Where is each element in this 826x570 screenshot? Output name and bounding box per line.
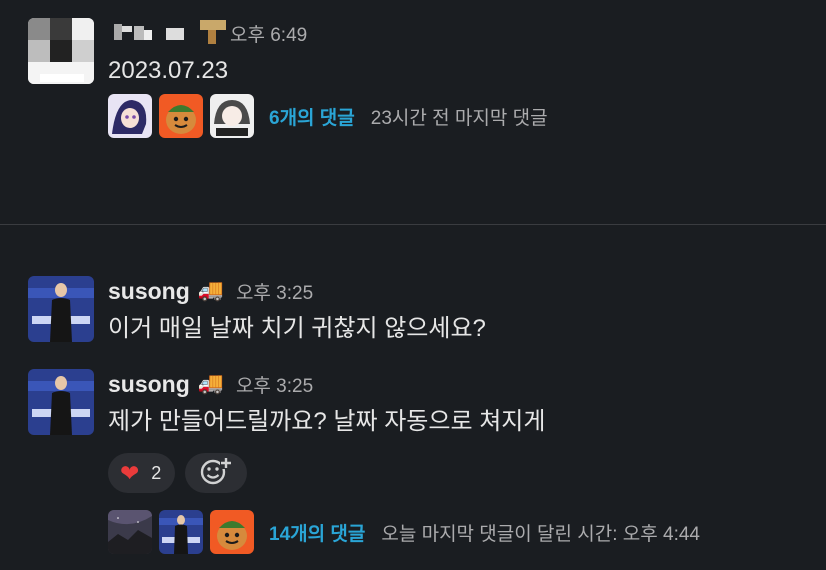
thread-summary[interactable]: 14개의 댓글 오늘 마지막 댓글이 달린 시간: 오후 4:44 (108, 509, 816, 555)
add-reaction-button[interactable] (185, 453, 248, 493)
message-header: susong 🚚 오후 3:25 (108, 276, 816, 306)
message-3: susong 🚚 오후 3:25 제가 만들어드릴까요? 날짜 자동으로 쳐지게… (28, 369, 826, 569)
status-emoji-truck-icon: 🚚 (197, 279, 224, 302)
message-time[interactable]: 오후 3:25 (236, 278, 313, 305)
message-2: susong 🚚 오후 3:25 이거 매일 날짜 치기 귀찮지 않으세요? (28, 276, 826, 348)
reaction-count: 2 (151, 462, 162, 483)
thread-participant-avatar (159, 510, 203, 554)
message-divider (0, 224, 826, 225)
status-emoji-truck-icon: 🚚 (197, 372, 224, 395)
thread-last-reply: 23시간 전 마지막 댓글 (370, 107, 548, 129)
avatar[interactable] (28, 18, 94, 84)
thread-participant-avatar (108, 94, 152, 138)
message-text: 2023.07.23 (108, 57, 229, 84)
thread-participant-avatar (108, 510, 152, 554)
thread-participant-avatar (210, 94, 254, 138)
avatar[interactable] (28, 369, 94, 435)
message-text: 이거 매일 날짜 치기 귀찮지 않으세요? (108, 315, 486, 342)
thread-reply-count[interactable]: 6개의 댓글 (269, 103, 355, 130)
thread-reply-count[interactable]: 14개의 댓글 (269, 519, 365, 546)
message-time[interactable]: 오후 3:25 (236, 371, 313, 398)
author-name[interactable]: susong (108, 371, 190, 398)
reactions-bar: ❤ 2 (108, 451, 816, 495)
message-header: susong 🚚 오후 3:25 (108, 369, 816, 399)
avatar[interactable] (28, 276, 94, 342)
thread-participant-avatar (159, 94, 203, 138)
message-1: 오후 6:49 2023.07.23 6개의 댓글 23시간 전 마지막 댓글 (28, 18, 826, 168)
author-name[interactable]: susong (108, 278, 190, 305)
add-emoji-icon (200, 456, 233, 491)
message-text: 제가 만들어드릴까요? 날짜 자동으로 쳐지게 (108, 408, 546, 435)
thread-last-reply: 오늘 마지막 댓글이 달린 시간: 오후 4:44 (381, 523, 700, 545)
reaction-heart[interactable]: ❤ 2 (108, 453, 176, 493)
message-header: 오후 6:49 (108, 18, 816, 48)
heart-icon: ❤ (120, 459, 140, 486)
thread-participant-avatar (210, 510, 254, 554)
message-time[interactable]: 오후 6:49 (230, 20, 307, 47)
author-name-blurred[interactable] (108, 16, 230, 51)
thread-summary[interactable]: 6개의 댓글 23시간 전 마지막 댓글 (108, 93, 816, 139)
